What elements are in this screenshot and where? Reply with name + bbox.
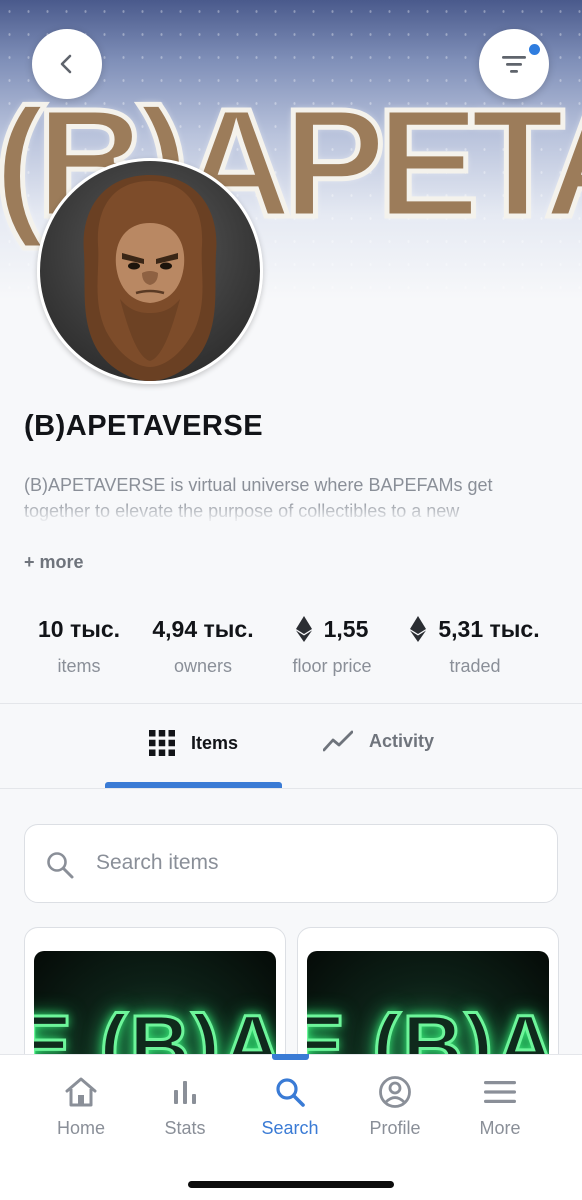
nav-profile[interactable]: Profile — [345, 1074, 445, 1139]
nav-more[interactable]: More — [450, 1074, 550, 1139]
home-indicator — [188, 1181, 394, 1188]
stat-value: 10 тыс. — [37, 615, 121, 642]
stat-items: 10 тыс. items — [24, 614, 134, 677]
filter-icon — [502, 56, 526, 73]
tabs-divider — [0, 788, 582, 789]
ape-avatar-image — [83, 175, 217, 381]
stat-value: 5,31 тыс. — [438, 615, 540, 642]
nav-label: Search — [261, 1118, 319, 1138]
ethereum-icon — [410, 616, 427, 642]
notification-dot — [529, 44, 540, 55]
tab-label: Items — [191, 732, 239, 753]
collection-avatar — [37, 158, 263, 384]
collection-title: (B)APETAVERSE — [24, 410, 264, 442]
section-divider — [0, 703, 582, 704]
stat-traded: 5,31 тыс. traded — [402, 614, 548, 677]
search-input[interactable]: Search items — [24, 824, 558, 903]
tab-label: Activity — [369, 730, 435, 751]
nav-label: Home — [56, 1118, 105, 1138]
stat-floor-price: 1,55 floor price — [280, 614, 384, 677]
search-placeholder: Search items — [96, 851, 219, 874]
tab-items[interactable]: Items — [149, 730, 238, 756]
stat-label: traded — [449, 656, 501, 676]
tab-activity[interactable]: Activity — [323, 730, 434, 752]
nav-active-indicator — [272, 1054, 309, 1060]
activity-chart-icon — [323, 730, 353, 752]
ethereum-icon — [295, 616, 312, 642]
nav-home[interactable]: Home — [31, 1074, 131, 1139]
back-button[interactable] — [32, 29, 102, 99]
profile-icon — [379, 1076, 411, 1108]
stat-value: 4,94 тыс. — [152, 615, 254, 642]
nav-label: Stats — [164, 1118, 206, 1138]
more-link[interactable]: + more — [24, 552, 84, 573]
nav-label: More — [479, 1118, 521, 1138]
stat-owners: 4,94 тыс. owners — [142, 614, 264, 677]
home-icon — [65, 1077, 97, 1107]
nav-search[interactable]: Search — [240, 1074, 340, 1139]
filter-button[interactable] — [479, 29, 549, 99]
stat-label: floor price — [292, 656, 372, 676]
search-icon — [276, 1078, 305, 1107]
description-fade — [24, 500, 544, 528]
stat-value: 1,55 — [323, 615, 369, 642]
bar-chart-icon — [174, 1081, 196, 1104]
stat-label: owners — [173, 656, 233, 676]
search-icon — [47, 852, 74, 879]
menu-icon — [484, 1081, 516, 1103]
grid-icon — [149, 730, 175, 756]
nav-label: Profile — [369, 1118, 421, 1138]
chevron-left-icon — [60, 54, 72, 74]
stat-label: items — [57, 656, 101, 676]
nav-stats[interactable]: Stats — [135, 1074, 235, 1139]
